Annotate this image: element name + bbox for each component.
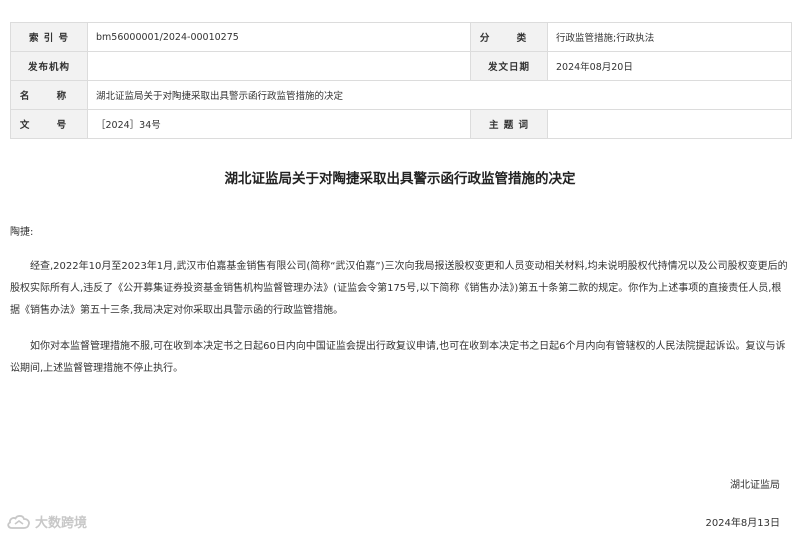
document-metadata-table: 索 引 号 bm56000001/2024-00010275 分 类 行政监管措… — [10, 22, 792, 139]
addressee: 陶捷: — [10, 227, 34, 238]
issue-date-value: 2024年08月20日 — [547, 51, 792, 81]
doc-name-label: 名 称 — [10, 80, 88, 110]
watermark-text: 大数跨境 — [35, 516, 88, 531]
index-number-value: bm56000001/2024-00010275 — [87, 22, 471, 52]
category-value: 行政监管措施;行政执法 — [547, 22, 792, 52]
doc-name-value: 湖北证监局关于对陶捷采取出具警示函行政监管措施的决定 — [87, 80, 792, 110]
subject-terms-value — [547, 109, 792, 139]
meta-row-issuer: 发布机构 发文日期 2024年08月20日 — [10, 51, 792, 81]
meta-row-index: 索 引 号 bm56000001/2024-00010275 分 类 行政监管措… — [10, 22, 792, 52]
signing-date: 2024年8月13日 — [705, 518, 780, 529]
document-body: 陶捷: 经查,2022年10月至2023年1月,武汉市伯嘉基金销售有限公司(简称… — [10, 222, 788, 394]
index-number-label: 索 引 号 — [10, 22, 88, 52]
category-label: 分 类 — [470, 22, 548, 52]
doc-number-value: ［2024］34号 — [87, 109, 471, 139]
body-paragraph: 经查,2022年10月至2023年1月,武汉市伯嘉基金销售有限公司(简称“武汉伯… — [10, 261, 788, 316]
signing-authority: 湖北证监局 — [730, 480, 780, 491]
body-paragraph: 如你对本监督管理措施不服,可在收到本决定书之日起60日内向中国证监会提出行政复议… — [10, 341, 786, 374]
watermark: 大数跨境 — [6, 512, 87, 531]
document-title: 湖北证监局关于对陶捷采取出具警示函行政监管措施的决定 — [224, 171, 576, 187]
doc-number-label: 文 号 — [10, 109, 88, 139]
cloud-logo-icon — [6, 513, 32, 531]
issue-date-label: 发文日期 — [470, 51, 548, 81]
meta-row-docno: 文 号 ［2024］34号 主 题 词 — [10, 109, 792, 139]
meta-row-name: 名 称 湖北证监局关于对陶捷采取出具警示函行政监管措施的决定 — [10, 80, 792, 110]
issuing-agency-label: 发布机构 — [10, 51, 88, 81]
subject-terms-label: 主 题 词 — [470, 109, 548, 139]
issuing-agency-value — [87, 51, 471, 81]
